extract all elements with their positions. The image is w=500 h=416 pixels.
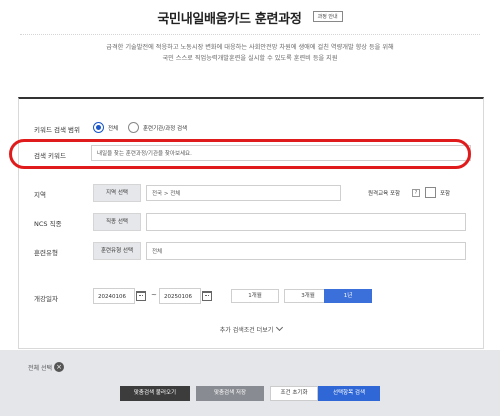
region-label: 지역 xyxy=(34,191,46,199)
load-custom-search-button[interactable]: 맞춤검색 불러오기 xyxy=(120,386,190,401)
keyword-highlight-annotation xyxy=(9,139,471,169)
chevron-down-icon xyxy=(276,323,284,332)
page-title: 국민내일배움카드 훈련과정 xyxy=(157,12,302,27)
scope-all-label: 전체 xyxy=(108,126,119,132)
start-date-label: 개강일자 xyxy=(34,295,58,303)
page-header: 국민내일배움카드 훈련과정 과정 안내 xyxy=(0,8,500,27)
help-icon[interactable]: ? xyxy=(412,189,420,197)
include-online-label: 원격교육 포함 xyxy=(368,191,401,197)
training-type-select-button[interactable]: 훈련유형 선택 xyxy=(93,242,141,260)
ncs-value xyxy=(146,213,466,231)
scope-institution-radio[interactable] xyxy=(128,122,139,133)
period-1-year-button[interactable]: 1년 xyxy=(324,289,372,303)
include-online-checkbox[interactable] xyxy=(425,187,436,198)
select-all-label: 전체 선택 xyxy=(28,365,52,372)
save-custom-search-button[interactable]: 맞춤검색 저장 xyxy=(196,386,264,401)
reset-conditions-button[interactable]: 조건 초기화 xyxy=(270,386,318,401)
training-type-value: 전체 xyxy=(146,242,466,260)
date-to-input[interactable]: 20250106 xyxy=(159,288,201,304)
region-value: 전국 > 전체 xyxy=(146,185,341,201)
clear-all-icon[interactable]: × xyxy=(54,362,64,372)
date-from-input[interactable]: 20240106 xyxy=(93,288,135,304)
ncs-label: NCS 직종 xyxy=(34,220,62,228)
date-separator: ~ xyxy=(151,291,157,299)
search-panel: 키워드 검색 범위 전체 훈련기관/과정 검색 검색 키워드 내일을 찾는 훈련… xyxy=(18,97,484,349)
action-bar: 전체 선택 × 맞춤검색 불러오기 맞춤검색 저장 조건 초기화 선택항목 검색 xyxy=(0,350,500,416)
region-select-button[interactable]: 지역 선택 xyxy=(93,184,141,202)
calendar-from-icon[interactable] xyxy=(136,291,146,301)
course-guide-button[interactable]: 과정 안내 xyxy=(312,11,343,22)
description-line-2: 국민 스스로 직업능력개발훈련을 실시할 수 있도록 훈련비 등을 지원 xyxy=(162,55,338,62)
page-description: 급격한 기술발전에 적응하고 노동시장 변화에 대응하는 사회안전망 차원에 생… xyxy=(0,42,500,64)
more-conditions-toggle[interactable]: 추가 검색조건 더보기 xyxy=(19,323,483,334)
search-selected-button[interactable]: 선택항목 검색 xyxy=(318,386,380,401)
more-conditions-label: 추가 검색조건 더보기 xyxy=(219,327,274,334)
calendar-to-icon[interactable] xyxy=(202,291,212,301)
keyword-scope-label: 키워드 검색 범위 xyxy=(34,126,80,134)
description-line-1: 급격한 기술발전에 적응하고 노동시장 변화에 대응하는 사회안전망 차원에 생… xyxy=(106,44,394,51)
training-type-label: 훈련유형 xyxy=(34,249,58,257)
ncs-select-button[interactable]: 직종 선택 xyxy=(93,213,141,231)
scope-all-radio[interactable] xyxy=(93,122,104,133)
period-1-month-button[interactable]: 1개월 xyxy=(231,289,279,303)
scope-institution-label: 훈련기관/과정 검색 xyxy=(143,126,188,132)
header-divider xyxy=(20,34,480,35)
include-online-option-label: 포함 xyxy=(440,191,451,197)
